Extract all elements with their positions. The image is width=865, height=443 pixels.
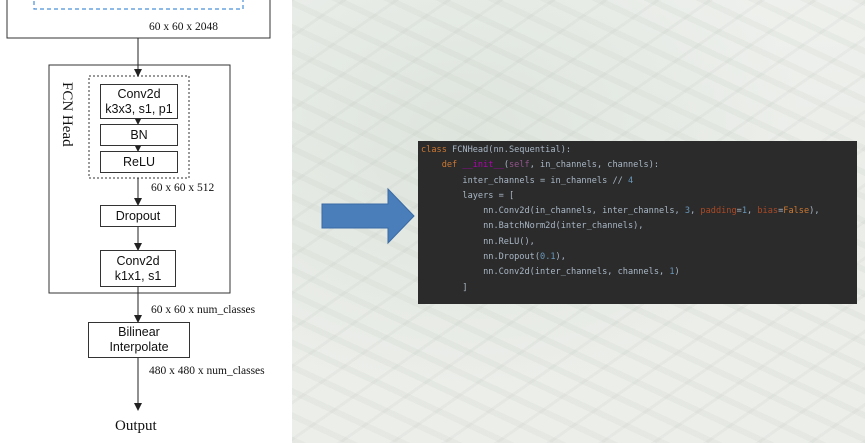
relu-label: ReLU [123,154,155,169]
conv2d-1x1-params: k1x1, s1 [114,268,162,283]
bn-label: BN [130,127,148,142]
code-token: layers = [ [462,190,515,201]
conv2d-3x3-block: Conv2d k3x3, s1, p1 [100,84,178,119]
code-line: nn.Conv2d(inter_channels, channels, 1) [421,265,857,280]
code-token: , [747,206,758,217]
code-token: self [509,160,530,171]
code-line: ] [421,281,857,296]
code-token: nn.BatchNorm2d(inter_channels), [483,221,644,232]
code-token: , [690,206,701,217]
code-token: ) [674,267,680,278]
code-panel: class FCNHead(nn.Sequential): def __init… [418,141,857,304]
dropout-block: Dropout [100,205,176,227]
bilinear-label: Bilinear [118,325,160,339]
top-dims-label: 60 x 60 x 2048 [149,21,218,33]
dropout-label: Dropout [115,208,161,223]
code-token: 0.1 [540,252,556,263]
conv2d-1x1-name: Conv2d [116,253,160,268]
code-token: class [421,145,453,155]
code-token: def [441,160,463,171]
code-line: nn.Conv2d(in_channels, inter_channels, 3… [421,204,857,219]
interpolate-label: Interpolate [109,340,169,354]
backbone-block [6,0,271,39]
code-token: FCNHead(nn.Sequential): [452,145,572,155]
output-label: Output [115,418,157,434]
code-token: False [783,206,810,217]
code-token: , in_channels, channels): [529,160,660,171]
big-right-arrow [321,187,415,245]
code-token: inter_channels = in_channels // [462,175,628,186]
code-token: nn.ReLU(), [483,236,535,247]
code-line: nn.Dropout(0.1), [421,250,857,265]
code-token: nn.Conv2d(in_channels, inter_channels, [483,206,685,217]
relu-block: ReLU [100,151,178,173]
conv2d-1x1-block: Conv2d k1x1, s1 [100,250,176,287]
code-token: nn.Conv2d(inter_channels, channels, [483,267,670,278]
code-token: 4 [627,175,634,186]
fcn-head-title: FCN Head [59,82,75,147]
code-token: ), [809,206,820,217]
dims-classes-label: 60 x 60 x num_classes [151,304,256,316]
dims-512-label: 60 x 60 x 512 [151,182,215,194]
code-token: ), [555,252,566,263]
dims-final-label: 480 x 480 x num_classes [149,365,265,377]
code-line: def __init__(self, in_channels, channels… [421,158,857,173]
code-token: padding [700,206,737,217]
code-line: inter_channels = in_channels // 4 [421,174,857,189]
conv2d-3x3-params: k3x3, s1, p1 [105,101,173,116]
code-token: bias [757,206,779,217]
code-line: class FCNHead(nn.Sequential): [421,143,857,158]
code-line: nn.ReLU(), [421,235,857,250]
code-line: layers = [ [421,189,857,204]
code-token: nn.Dropout( [483,252,541,263]
bn-block: BN [100,124,178,146]
code-token: ] [462,282,468,293]
bilinear-interpolate-block: Bilinear Interpolate [88,322,190,358]
conv2d-3x3-name: Conv2d [117,86,161,101]
code-line: nn.BatchNorm2d(inter_channels), [421,219,857,234]
code-token: __init__ [462,160,504,171]
